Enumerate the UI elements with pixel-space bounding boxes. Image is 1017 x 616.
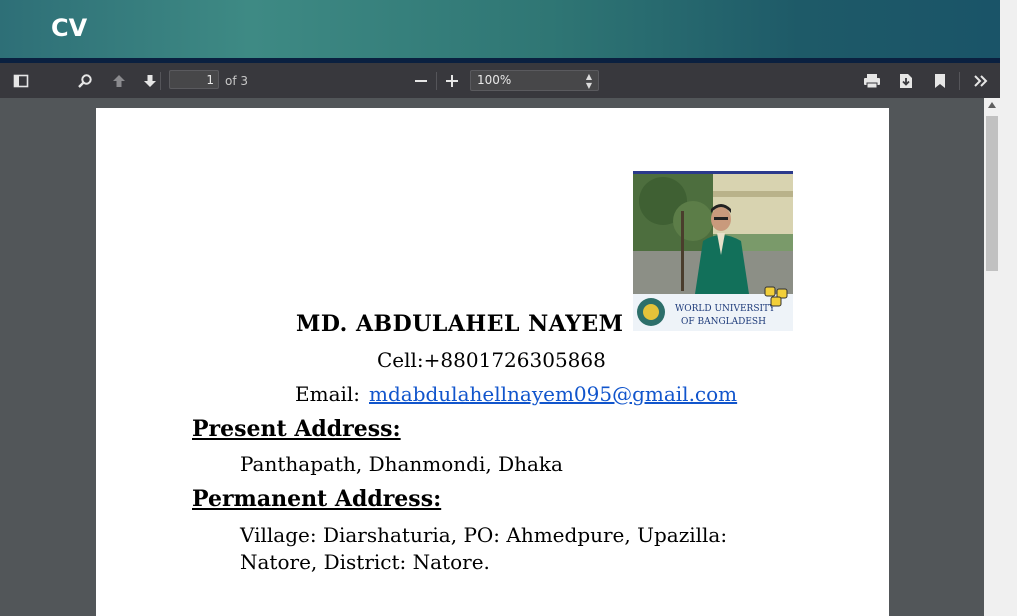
page-count-label: of 3: [225, 74, 249, 88]
email-link[interactable]: mdabdulahellnayem095@gmail.com: [369, 382, 737, 406]
email-label: Email:: [295, 382, 361, 406]
present-address-heading: Present Address:: [192, 416, 401, 442]
pdf-page: WORLD UNIVERSITY OF BANGLADESH MD. ABDUL…: [96, 108, 889, 616]
toolbar-separator: [436, 72, 437, 90]
scroll-thumb[interactable]: [986, 116, 998, 271]
app-title-bar: CV: [0, 0, 1002, 60]
scroll-up-icon[interactable]: [988, 102, 996, 108]
next-page-icon[interactable]: [138, 69, 162, 93]
select-arrows-icon: ▲ ▼: [585, 71, 592, 90]
toolbar-separator: [959, 72, 960, 90]
zoom-value: 100%: [477, 73, 512, 87]
photo-caption-line2: OF BANGLADESH: [681, 317, 766, 327]
zoom-select[interactable]: 100% ▲ ▼: [470, 70, 599, 91]
print-icon[interactable]: [860, 69, 884, 93]
search-icon[interactable]: [73, 69, 97, 93]
pdf-toolbar: 1 of 3 100% ▲ ▼: [0, 63, 1000, 99]
zoom-out-icon[interactable]: [409, 69, 433, 93]
photo-caption-line1: WORLD UNIVERSITY: [675, 304, 776, 314]
page-number-input[interactable]: 1: [169, 70, 219, 89]
profile-photo: WORLD UNIVERSITY OF BANGLADESH: [633, 171, 793, 331]
cell-number: Cell:+8801726305868: [377, 348, 606, 372]
present-address-text: Panthapath, Dhanmondi, Dhaka: [240, 452, 563, 476]
app-title: CV: [51, 14, 88, 42]
zoom-in-icon[interactable]: [440, 69, 464, 93]
permanent-address-text: Village: Diarshaturia, PO: Ahmedpure, Up…: [240, 523, 728, 574]
sidebar-toggle-icon[interactable]: [9, 69, 33, 93]
window-scrollbar[interactable]: [1000, 0, 1017, 616]
more-tools-icon[interactable]: [969, 69, 993, 93]
permanent-address-heading: Permanent Address:: [192, 486, 442, 512]
viewer-scrollbar[interactable]: [984, 98, 1000, 616]
pdf-viewer[interactable]: WORLD UNIVERSITY OF BANGLADESH MD. ABDUL…: [0, 98, 984, 616]
previous-page-icon[interactable]: [107, 69, 131, 93]
download-icon[interactable]: [894, 69, 918, 93]
toolbar-separator: [160, 72, 161, 90]
candidate-name: MD. ABDULAHEL NAYEM: [296, 311, 624, 337]
bookmark-icon[interactable]: [928, 69, 952, 93]
